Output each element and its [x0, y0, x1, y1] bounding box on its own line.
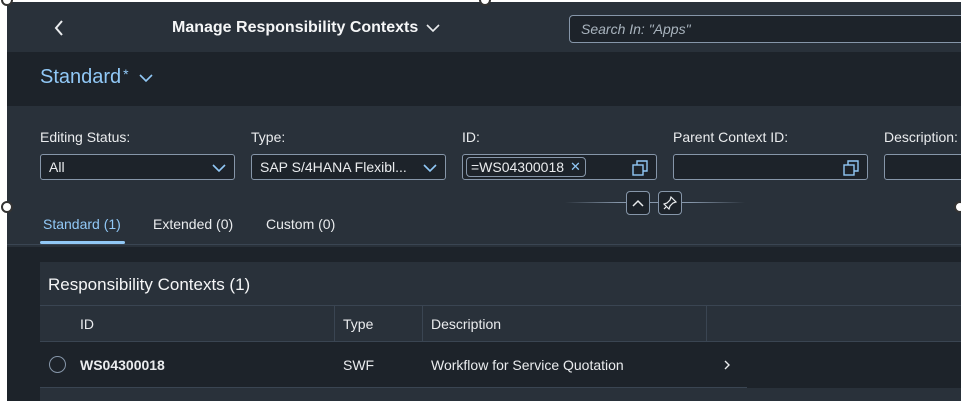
filter-label: Description: — [884, 129, 958, 145]
filter-label: Parent Context ID: — [673, 129, 789, 145]
app-title-menu[interactable]: Manage Responsibility Contexts — [172, 19, 440, 37]
token-text: =WS04300018 — [471, 159, 565, 175]
cell-description: Workflow for Service Quotation — [431, 357, 624, 373]
chevron-down-icon — [139, 73, 153, 82]
app-window: Manage Responsibility Contexts Standard … — [7, 2, 961, 401]
close-icon[interactable]: ✕ — [570, 159, 581, 175]
tab-extended[interactable]: Extended (0) — [153, 216, 233, 232]
tab-bar-border — [7, 244, 961, 245]
filter-label: ID: — [462, 129, 480, 145]
chevron-down-icon — [423, 164, 437, 173]
tab-standard[interactable]: Standard (1) — [43, 216, 121, 232]
select-value: All — [49, 159, 65, 175]
column-header-type[interactable]: Type — [343, 306, 373, 342]
select-value: SAP S/4HANA Flexibl... — [260, 159, 407, 175]
filter-bar-divider — [565, 202, 745, 203]
table-header-filler — [747, 305, 961, 342]
variant-modified-marker: * — [123, 65, 129, 82]
table-title: Responsibility Contexts (1) — [48, 275, 251, 294]
id-token[interactable]: =WS04300018 ✕ — [466, 157, 586, 177]
search-field[interactable] — [569, 15, 961, 43]
table-row[interactable]: WS04300018 SWF Workflow for Service Quot… — [40, 342, 747, 388]
shell-bar: Manage Responsibility Contexts — [7, 2, 961, 52]
variant-name: Standard — [40, 66, 122, 88]
cell-id: WS04300018 — [80, 357, 165, 373]
pin-icon — [663, 196, 677, 210]
filter-label: Editing Status: — [40, 129, 131, 145]
chevron-up-icon — [632, 199, 644, 207]
responsibility-contexts-table: Responsibility Contexts (1) ID Type Desc… — [40, 262, 961, 401]
variant-selector[interactable]: Standard * — [40, 66, 153, 89]
resize-handle[interactable] — [954, 201, 961, 213]
resize-handle[interactable] — [1, 201, 13, 213]
tab-bar: Standard (1) Extended (0) Custom (0) — [7, 212, 961, 247]
value-help-icon[interactable] — [843, 160, 859, 176]
chevron-down-icon — [212, 164, 226, 173]
app-title: Manage Responsibility Contexts — [172, 19, 419, 36]
chevron-right-icon[interactable] — [720, 357, 734, 373]
filter-type: Type: SAP S/4HANA Flexibl... — [251, 129, 446, 180]
type-select[interactable]: SAP S/4HANA Flexibl... — [251, 154, 446, 180]
description-input[interactable] — [884, 154, 961, 180]
back-button[interactable] — [47, 16, 71, 40]
filter-editing-status: Editing Status: All — [40, 129, 235, 180]
search-input[interactable] — [570, 16, 961, 42]
filter-id: ID: =WS04300018 ✕ — [462, 129, 657, 180]
variant-bar: Standard * — [7, 52, 961, 106]
table-header: ID Type Description — [40, 305, 747, 342]
chevron-left-icon — [54, 20, 63, 36]
cell-type: SWF — [343, 357, 375, 373]
parent-context-id-input[interactable] — [673, 154, 868, 180]
row-select-radio[interactable] — [49, 356, 66, 373]
column-separator — [334, 306, 335, 342]
tab-custom[interactable]: Custom (0) — [266, 216, 335, 232]
table-row-filler — [747, 342, 961, 388]
filter-parent-context-id: Parent Context ID: — [673, 129, 868, 180]
column-header-description[interactable]: Description — [431, 306, 501, 342]
column-header-id[interactable]: ID — [80, 306, 94, 342]
column-separator — [422, 306, 423, 342]
filter-label: Type: — [251, 129, 286, 145]
filter-description: Description: — [884, 129, 961, 180]
value-help-icon[interactable] — [632, 160, 648, 176]
chevron-down-icon — [426, 24, 440, 33]
column-separator — [706, 306, 707, 342]
editing-status-select[interactable]: All — [40, 154, 235, 180]
id-multi-input[interactable]: =WS04300018 ✕ — [462, 154, 657, 180]
